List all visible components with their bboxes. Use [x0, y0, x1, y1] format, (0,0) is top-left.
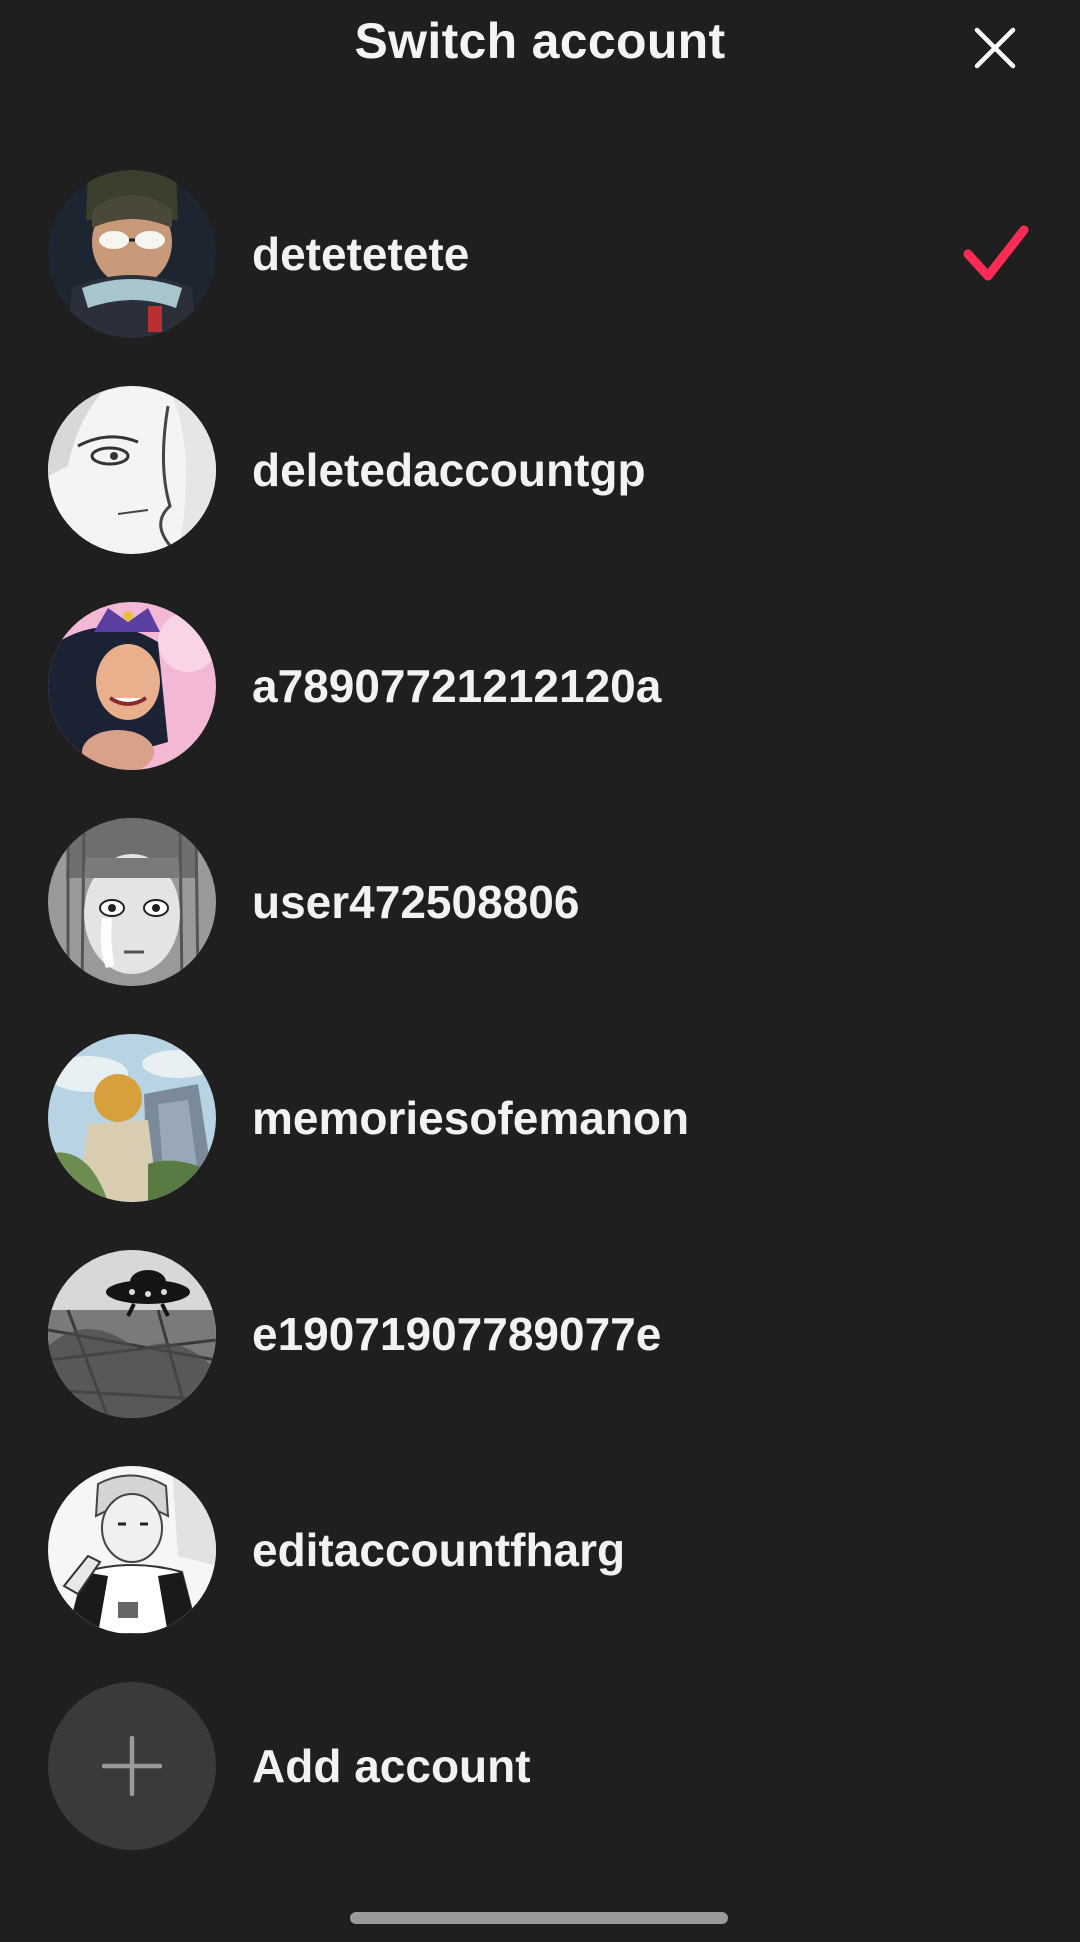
account-username: detetetete [252, 228, 470, 280]
add-account-row[interactable]: Add account [0, 1658, 1080, 1874]
add-account-circle [48, 1682, 216, 1850]
add-account-label: Add account [252, 1740, 531, 1792]
switch-account-sheet: Switch account detetetete deletedaccount… [0, 0, 1080, 1942]
page-title: Switch account [354, 13, 726, 69]
account-username: deletedaccountgp [252, 444, 646, 496]
ufo-sketch-icon [48, 1250, 216, 1418]
account-row[interactable]: user472508806 [0, 794, 1080, 1010]
anime-man-glasses-icon [48, 170, 216, 338]
avatar [48, 386, 216, 554]
avatar [48, 1034, 216, 1202]
close-button[interactable] [965, 18, 1025, 78]
account-username: e19071907789077e [252, 1308, 662, 1360]
account-row[interactable]: detetetete [0, 146, 1080, 362]
account-row[interactable]: memoriesofemanon [0, 1010, 1080, 1226]
plus-icon [102, 1736, 162, 1796]
account-username: memoriesofemanon [252, 1092, 690, 1144]
sheet-header: Switch account [0, 0, 1080, 86]
account-row[interactable]: e19071907789077e [0, 1226, 1080, 1442]
account-row[interactable]: deletedaccountgp [0, 362, 1080, 578]
check-icon [963, 225, 1029, 281]
account-row[interactable]: a78907721212120a [0, 578, 1080, 794]
avatar [48, 1466, 216, 1634]
manga-boy-sketch-icon [48, 1466, 216, 1634]
close-icon [974, 27, 1016, 69]
landscape-painting-icon [48, 1034, 216, 1202]
account-username: a78907721212120a [252, 660, 662, 712]
account-row[interactable]: editaccountfharg [0, 1442, 1080, 1658]
account-list: detetetete deletedaccountgp a78907721212… [0, 146, 1080, 1874]
avatar [48, 170, 216, 338]
avatar [48, 818, 216, 986]
avatar [48, 1250, 216, 1418]
manga-girl-crying-icon [48, 818, 216, 986]
account-username: user472508806 [252, 876, 580, 928]
anime-woman-pink-icon [48, 602, 216, 770]
manga-face-sketch-icon [48, 386, 216, 554]
home-indicator[interactable] [350, 1912, 728, 1924]
account-username: editaccountfharg [252, 1524, 626, 1576]
avatar [48, 602, 216, 770]
